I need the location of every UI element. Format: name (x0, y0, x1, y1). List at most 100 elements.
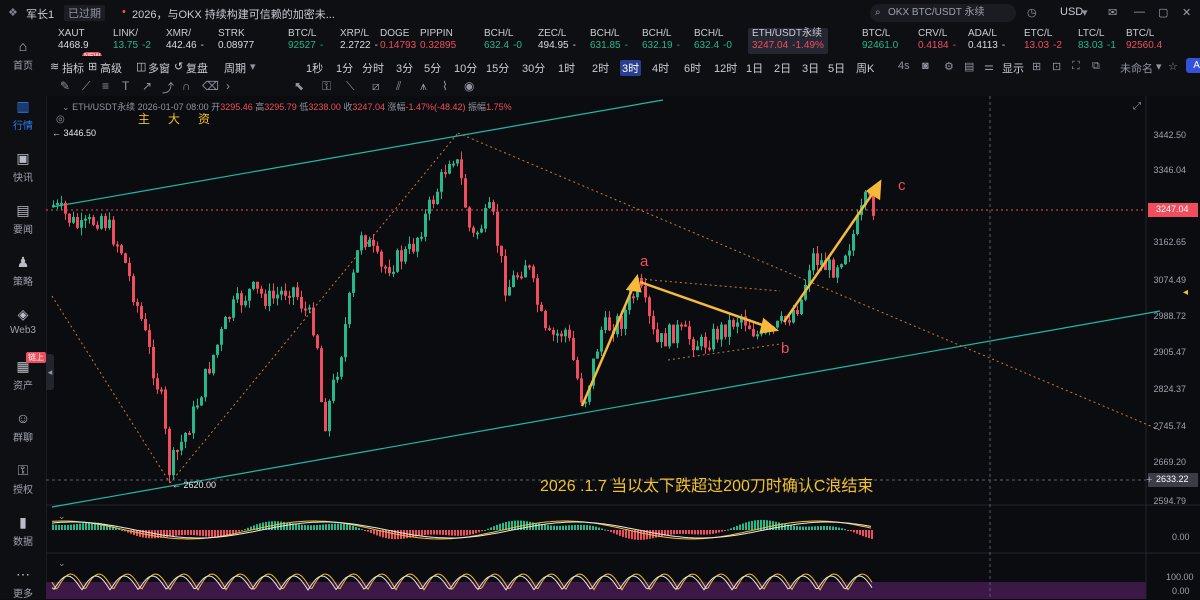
sidebar-item-more[interactable]: ⋯ 更多 (0, 566, 46, 600)
ticker-item[interactable]: BCH/L 632.4 -0 (694, 28, 732, 52)
sidebar-item-authorize[interactable]: ⚿ 授权 (0, 462, 46, 496)
chart-annotation[interactable]: 2026 .1.7 当以太下跌超过200刀时确认C浪结束 (540, 472, 873, 496)
clock-icon[interactable]: ◷ (1027, 6, 1037, 19)
timeframe-3[interactable]: 3分 (396, 60, 413, 76)
ticker-item[interactable]: XRP/L 2.2722- (340, 28, 378, 52)
range-label[interactable]: 4s (898, 60, 910, 72)
cursor-icon[interactable]: ⬉ (294, 79, 304, 93)
timeframe-9[interactable]: 2时 (592, 60, 609, 76)
alert-bell-icon[interactable]: ◂ (1183, 287, 1188, 298)
maximize-icon[interactable]: ▢ (1158, 6, 1168, 19)
timeframe-4[interactable]: 5分 (424, 60, 441, 76)
ticker-item[interactable]: LINK/13.75 -2 (113, 28, 151, 52)
settings-icon[interactable]: ⚙ (944, 60, 954, 73)
expired-badge[interactable]: 已过期 (64, 5, 105, 21)
timeframe-7[interactable]: 30分 (522, 60, 545, 76)
timeframe-0[interactable]: 1秒 (306, 60, 323, 76)
legend-eye-icon[interactable]: ◎ (56, 114, 65, 125)
pattern-icon[interactable]: ⌇ (442, 79, 448, 93)
sidebar-item-news[interactable]: ▤ 要闻 (0, 202, 46, 236)
ticker-item[interactable]: XMR/442.46- (166, 28, 204, 52)
currency-select[interactable]: USD (1060, 6, 1083, 18)
text-tool-icon[interactable]: T (122, 79, 129, 93)
sidebar-item-flash[interactable]: ▣ 快讯 (0, 150, 46, 184)
ticker-item[interactable]: BCH/L 632.19- (642, 28, 680, 52)
timeframe-8[interactable]: 1时 (558, 60, 575, 76)
lock-icon[interactable]: ⚿ (322, 79, 331, 94)
ticker-item[interactable]: BCH/L 632.4 -0 (484, 28, 522, 52)
mail-icon[interactable]: ✉ (1108, 6, 1117, 19)
more-tools-icon[interactable]: › (226, 79, 230, 93)
channel-tool-icon[interactable]: ⫽ (396, 79, 401, 94)
search-input[interactable]: ⌕ OKX BTC/USDT 永续 (870, 4, 1016, 22)
hline-icon[interactable]: ≡ (102, 79, 109, 93)
macd-collapse-icon[interactable]: ⌄ (58, 511, 66, 522)
sidebar-item-assets[interactable]: ▦ 资产 链上 (0, 352, 46, 392)
indicators-button[interactable]: 指标 (62, 60, 84, 76)
trend-icon[interactable]: ⤴ (162, 79, 174, 96)
camera-icon[interactable]: ◙ (922, 60, 929, 72)
sidebar-item-home[interactable]: ⌂ 首页 (0, 38, 46, 72)
expand-icon[interactable]: ⤢ (1133, 101, 1141, 112)
advanced-button[interactable]: 高级 (100, 60, 122, 76)
line-tool-icon[interactable]: ⟍ (346, 79, 354, 94)
eye-icon[interactable]: ◉ (464, 79, 474, 93)
ticker-item[interactable]: BTC/L 92527- (288, 28, 323, 52)
ray-icon[interactable]: ↗ (142, 79, 152, 93)
timeframe-15[interactable]: 2日 (774, 60, 791, 76)
ticker-item[interactable]: BTC/L 92560.4 (1126, 28, 1166, 52)
ticker-item[interactable]: ADA/L 0.4113- (968, 28, 1005, 52)
fullscreen-icon[interactable]: ⛶ (1072, 60, 1080, 73)
collapse-icon[interactable]: ⌄ (62, 102, 70, 112)
layout-icon[interactable]: ▤ (964, 60, 974, 73)
ticker-item[interactable]: BCH/L 631.85- (590, 28, 628, 52)
display-button[interactable]: 显示 (1002, 60, 1024, 76)
layout-name-dropdown[interactable]: 未命名 (1120, 60, 1153, 76)
timeframe-17[interactable]: 5日 (828, 60, 845, 76)
add-alert-icon[interactable]: + (1146, 474, 1152, 486)
price-chart[interactable] (46, 96, 1200, 599)
ticker-item[interactable]: PIPPIN 0.32895 (420, 28, 460, 52)
ticker-item[interactable]: DOGE 0.14793 (380, 28, 420, 52)
ticker-item[interactable]: ZEC/L 494.95- (538, 28, 576, 52)
fib-line-left[interactable] (51, 295, 171, 484)
timeframe-11[interactable]: 4时 (652, 60, 669, 76)
fib-icon[interactable]: ⩚ (420, 79, 427, 94)
grid-icon[interactable]: ⊞ (1032, 60, 1041, 73)
sidebar-item-web3[interactable]: ◈ Web3 (0, 306, 46, 336)
news-headline[interactable]: 2026，与OKX 持续构建可信赖的加密未... (132, 6, 335, 22)
user-name[interactable]: 军长1 (26, 6, 54, 22)
timeframe-6[interactable]: 15分 (486, 60, 509, 76)
sidebar-collapse-handle[interactable]: ◂ (46, 354, 54, 390)
timeframe-10[interactable]: 3时 (620, 60, 642, 76)
minimize-icon[interactable]: — (1134, 6, 1145, 18)
multi-window-button[interactable]: 多窗 (148, 60, 170, 76)
timeframe-12[interactable]: 6时 (684, 60, 701, 76)
sidebar-item-data[interactable]: ▮ 数据 (0, 514, 46, 548)
timeframe-18[interactable]: 周K (856, 60, 874, 76)
magnet-icon[interactable]: ∩ (182, 79, 191, 93)
delete-icon[interactable]: ⌫ (202, 79, 219, 93)
sidebar-item-chat[interactable]: ☺ 群聊 (0, 410, 46, 444)
period-button[interactable]: 周期 (224, 60, 246, 76)
crop-icon[interactable]: ⊡ (1052, 60, 1061, 73)
sidebar-item-market[interactable]: ▥ 行情 (0, 98, 46, 132)
ticker-item[interactable]: ETC/L 13.03 -2 (1024, 28, 1062, 52)
ticker-item[interactable]: ETH/USDT永续 3247.04 -1.49% (748, 28, 828, 54)
rsi-collapse-icon[interactable]: ⌄ (58, 558, 66, 569)
timeframe-2[interactable]: 分时 (362, 60, 384, 76)
pencil-icon[interactable]: ✎ (60, 79, 70, 93)
ticker-item[interactable]: STRK 0.08977 (218, 28, 258, 52)
close-icon[interactable]: ✕ (1182, 6, 1191, 19)
ticker-item[interactable]: CRV/L 0.4184- (918, 28, 956, 52)
timeframe-5[interactable]: 10分 (454, 60, 477, 76)
sliders-icon[interactable]: ⚌ (984, 60, 994, 73)
wedge-bottom-line[interactable] (667, 343, 781, 361)
replay-button[interactable]: 复盘 (186, 60, 208, 76)
timeframe-13[interactable]: 12时 (714, 60, 737, 76)
star-icon[interactable]: ☆ (1168, 60, 1178, 73)
timeframe-14[interactable]: 1日 (746, 60, 763, 76)
ticker-item[interactable]: LTC/L 83.03 -1 (1078, 28, 1116, 52)
ruler-icon[interactable]: ⟋ (82, 79, 90, 94)
ticker-item[interactable]: XAUT4468.9NEW (58, 28, 103, 61)
